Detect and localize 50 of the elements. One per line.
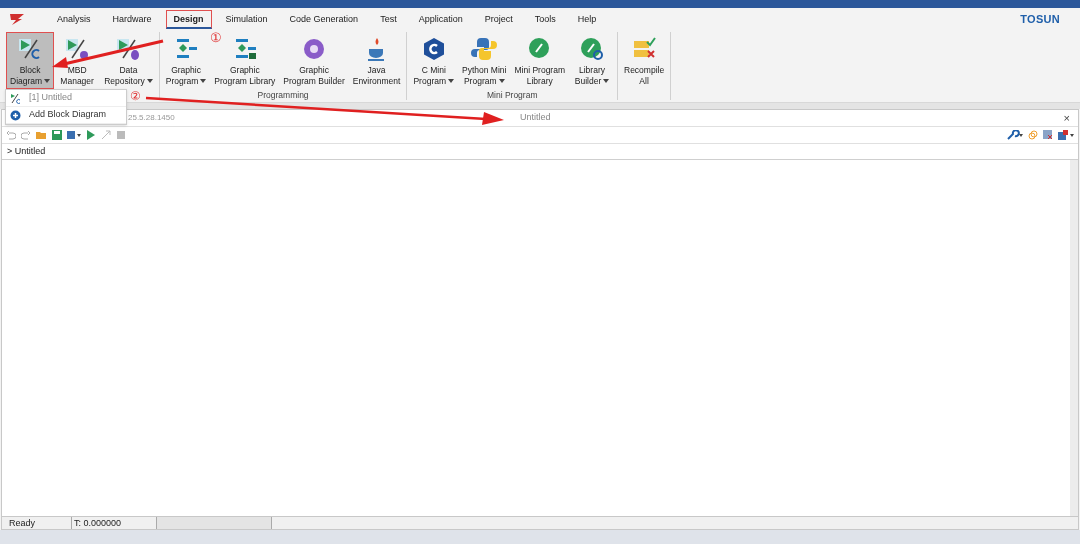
menu-tab[interactable]: Help [569, 9, 605, 29]
ribbon-group-label: Programming [257, 89, 309, 102]
document-dropdown-icon[interactable] [67, 130, 81, 140]
ribbon-button[interactable]: Data Repository [100, 32, 157, 89]
ribbon-button[interactable]: Graphic Program Builder [279, 32, 349, 89]
ribbon-group-label: Mini Program [486, 89, 538, 102]
menu-item[interactable]: Add Block Diagram [6, 107, 126, 124]
folder-icon[interactable] [36, 130, 47, 140]
step-number: ② [130, 88, 141, 105]
block-c-icon [10, 92, 21, 104]
stop-icon[interactable] [116, 130, 126, 140]
wrench-icon[interactable] [1007, 130, 1023, 140]
link-magnifier-icon [579, 36, 605, 62]
panel-title: Untitled [520, 111, 551, 125]
tree-item[interactable]: > Untitled [7, 144, 46, 159]
menu-tab[interactable]: Hardware [104, 9, 160, 29]
scrollbar-track[interactable] [1070, 160, 1078, 516]
brand-logo: TOSUN [1020, 11, 1060, 27]
close-button[interactable]: × [1063, 109, 1070, 127]
app-logo-icon [8, 12, 26, 26]
undo-icon[interactable] [6, 130, 16, 140]
ribbon-button[interactable]: Java Environment [348, 32, 405, 89]
status-text: Ready [2, 517, 72, 529]
menu-tab[interactable]: Analysis [49, 9, 99, 29]
menu-tab[interactable]: Application [410, 9, 471, 29]
play-database-icon [115, 36, 142, 62]
menu-tab[interactable]: Test [372, 9, 405, 29]
ribbon-button[interactable]: Block Diagram [6, 32, 55, 89]
menu-tab[interactable]: Simulation [217, 9, 276, 29]
run-icon[interactable] [86, 130, 96, 140]
ribbon-button[interactable]: C Mini Program [409, 32, 459, 89]
step-number: ① [210, 29, 222, 47]
ribbon-button[interactable]: Graphic Program [161, 32, 211, 89]
step-icon[interactable] [101, 130, 111, 140]
menu-tab[interactable]: Code Generation [281, 9, 367, 29]
menu-tab[interactable]: Project [476, 9, 521, 29]
add-icon [10, 109, 21, 121]
window-close-icon[interactable] [1043, 130, 1053, 140]
menu-tab[interactable]: Design [165, 9, 212, 29]
link-icon[interactable] [1028, 130, 1038, 140]
ribbon-button[interactable]: Library Builder [569, 32, 615, 89]
save-icon[interactable] [52, 130, 62, 140]
windows-dropdown-icon[interactable] [1058, 130, 1074, 140]
python-icon [471, 36, 498, 62]
ribbon-button[interactable]: Recompile All [620, 32, 669, 89]
version-text: 25.5.28.1450 [128, 112, 175, 124]
menu-tab[interactable]: Tools [526, 9, 564, 29]
redo-icon[interactable] [21, 130, 31, 140]
ribbon-button[interactable]: Python Mini Program [458, 32, 511, 89]
ribbon-button[interactable]: Mini Program Library [510, 32, 569, 89]
